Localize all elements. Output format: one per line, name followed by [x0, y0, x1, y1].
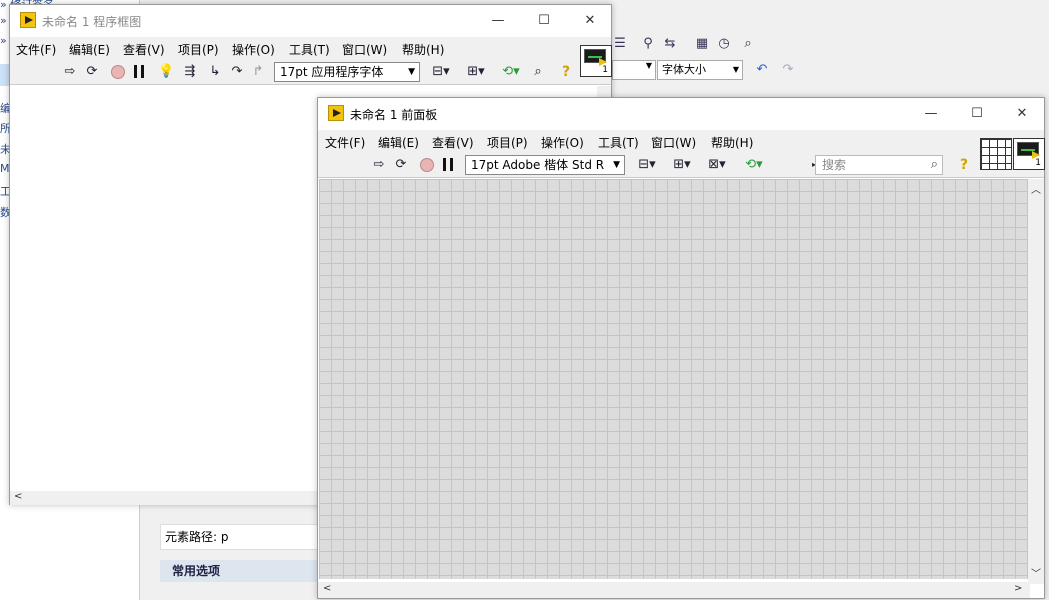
preview-icon[interactable]: ⌕: [740, 36, 756, 52]
menu-project[interactable]: 项目(P): [487, 134, 528, 151]
menu-view[interactable]: 查看(V): [123, 41, 165, 58]
distribute-objects-icon[interactable]: ⊞▾: [669, 157, 695, 173]
list-icon[interactable]: ☰: [612, 36, 628, 52]
search-input[interactable]: 搜索 ⌕: [815, 155, 943, 175]
clock-icon[interactable]: ◷: [716, 36, 732, 52]
chevron-down-icon: ▼: [645, 61, 652, 70]
background-properties-panel: 元素路径: p 常用选项: [160, 500, 320, 600]
help-icon[interactable]: ?: [559, 64, 573, 80]
block-diagram-toolbar: ⇨ ⟳ 💡 ⇶ ↳ ↷ ↱ 17pt 应用程序字体 ▼ ⊟▾ ⊞▾ ⟲▾ ⌕ ?: [10, 59, 611, 85]
help-icon[interactable]: ?: [957, 157, 971, 173]
scroll-right-icon[interactable]: >: [1014, 583, 1022, 594]
menu-edit[interactable]: 编辑(E): [69, 41, 110, 58]
run-continuously-icon[interactable]: ⟳: [84, 64, 100, 80]
front-panel-titlebar[interactable]: 未命名 1 前面板 — ☐ ✕: [318, 98, 1044, 130]
close-button[interactable]: ✕: [567, 9, 613, 33]
step-over-icon[interactable]: ↷: [229, 64, 245, 80]
search-placeholder: 搜索: [822, 158, 847, 172]
sidebar-line[interactable]: »: [0, 14, 7, 27]
reorder-icon[interactable]: ⟲▾: [500, 64, 522, 80]
scroll-left-icon[interactable]: <: [14, 491, 22, 502]
front-panel-toolbar: ⇨ ⟳ 17pt Adobe 楷体 Std R ▼ ⊟▾ ⊞▾ ⊠▾ ⟲▾ ▸ …: [318, 152, 1044, 178]
pause-icon[interactable]: [134, 65, 144, 78]
binoculars-icon[interactable]: ⚲: [640, 36, 656, 52]
font-size-label: 字体大小: [662, 63, 706, 76]
resize-objects-icon[interactable]: ⊠▾: [704, 157, 730, 173]
menu-file[interactable]: 文件(F): [325, 134, 365, 151]
retain-wire-values-icon[interactable]: ⇶: [182, 64, 198, 80]
menu-operate[interactable]: 操作(O): [232, 41, 275, 58]
maximize-button[interactable]: ☐: [954, 102, 1000, 126]
maximize-button[interactable]: ☐: [521, 9, 567, 33]
align-objects-icon[interactable]: ⊟▾: [428, 64, 454, 80]
close-button[interactable]: ✕: [999, 102, 1045, 126]
vi-icon-number: 1: [1035, 158, 1041, 168]
menu-help[interactable]: 帮助(H): [402, 41, 444, 58]
minimize-button[interactable]: —: [475, 9, 521, 33]
vertical-scrollbar[interactable]: ︿ ﹀: [1028, 179, 1044, 584]
menu-tools[interactable]: 工具(T): [598, 134, 639, 151]
font-name: 17pt 应用程序字体: [280, 65, 384, 79]
chevron-down-icon: ▼: [732, 65, 739, 74]
menu-file[interactable]: 文件(F): [16, 41, 56, 58]
element-path: 元素路径: p: [160, 524, 320, 550]
menu-window[interactable]: 窗口(W): [651, 134, 696, 151]
font-dropdown[interactable]: 17pt Adobe 楷体 Std R ▼: [465, 155, 625, 175]
vi-icon-number: 1: [602, 65, 608, 75]
clean-up-diagram-icon[interactable]: ⌕: [530, 64, 546, 80]
abort-icon[interactable]: [420, 158, 434, 172]
menu-bar: 文件(F) 编辑(E) 查看(V) 项目(P) 操作(O) 工具(T) 窗口(W…: [318, 130, 1044, 152]
pause-icon[interactable]: [443, 158, 453, 171]
run-arrow-icon[interactable]: ⇨: [62, 64, 78, 80]
background-style-dropdown[interactable]: ▼: [612, 60, 656, 80]
block-diagram-titlebar[interactable]: 未命名 1 程序框图 — ☐ ✕: [10, 5, 611, 37]
window-title: 未命名 1 程序框图: [42, 15, 142, 29]
reorder-icon[interactable]: ⟲▾: [741, 157, 767, 173]
distribute-objects-icon[interactable]: ⊞▾: [463, 64, 489, 80]
horizontal-scrollbar[interactable]: < >: [318, 582, 1030, 598]
menu-project[interactable]: 项目(P): [178, 41, 219, 58]
front-panel-window: 未命名 1 前面板 — ☐ ✕ 文件(F) 编辑(E) 查看(V) 项目(P) …: [317, 97, 1045, 599]
menu-window[interactable]: 窗口(W): [342, 41, 387, 58]
step-out-icon[interactable]: ↱: [250, 64, 266, 80]
menu-view[interactable]: 查看(V): [432, 134, 474, 151]
menu-tools[interactable]: 工具(T): [289, 41, 330, 58]
labview-logo-icon: [20, 12, 36, 28]
menu-operate[interactable]: 操作(O): [541, 134, 584, 151]
chevron-down-icon: ▼: [408, 67, 415, 77]
abort-icon[interactable]: [111, 65, 125, 79]
sidebar-line[interactable]: »: [0, 34, 7, 47]
font-dropdown[interactable]: 17pt 应用程序字体 ▼: [274, 62, 420, 82]
font-size-dropdown[interactable]: 字体大小 ▼: [657, 60, 743, 80]
search-icon[interactable]: ⌕: [931, 156, 938, 174]
vi-icon[interactable]: 1: [1013, 138, 1045, 170]
connector-pane-icon[interactable]: [980, 138, 1012, 170]
calendar-icon[interactable]: ▦: [694, 36, 710, 52]
replace-icon[interactable]: ⇆: [662, 36, 678, 52]
minimize-button[interactable]: —: [908, 102, 954, 126]
scroll-up-icon[interactable]: ︿: [1031, 181, 1041, 196]
font-name: 17pt Adobe 楷体 Std R: [471, 158, 605, 172]
labview-logo-icon: [328, 105, 344, 121]
window-title: 未命名 1 前面板: [350, 108, 438, 122]
front-panel-canvas[interactable]: [319, 179, 1029, 579]
align-objects-icon[interactable]: ⊟▾: [634, 157, 660, 173]
undo-icon[interactable]: ↶: [754, 62, 770, 78]
scroll-left-icon[interactable]: <: [323, 583, 331, 594]
common-options-header[interactable]: 常用选项: [160, 560, 320, 582]
scroll-down-icon[interactable]: ﹀: [1031, 565, 1041, 580]
menu-bar: 文件(F) 编辑(E) 查看(V) 项目(P) 操作(O) 工具(T) 窗口(W…: [10, 37, 611, 59]
menu-help[interactable]: 帮助(H): [711, 134, 753, 151]
redo-icon[interactable]: ↷: [780, 62, 796, 78]
highlight-execution-icon[interactable]: 💡: [158, 64, 174, 80]
menu-edit[interactable]: 编辑(E): [378, 134, 419, 151]
step-into-icon[interactable]: ↳: [207, 64, 223, 80]
vi-icon[interactable]: 1: [580, 45, 612, 77]
chevron-down-icon: ▼: [613, 160, 620, 170]
run-arrow-icon[interactable]: ⇨: [371, 157, 387, 173]
run-continuously-icon[interactable]: ⟳: [393, 157, 409, 173]
